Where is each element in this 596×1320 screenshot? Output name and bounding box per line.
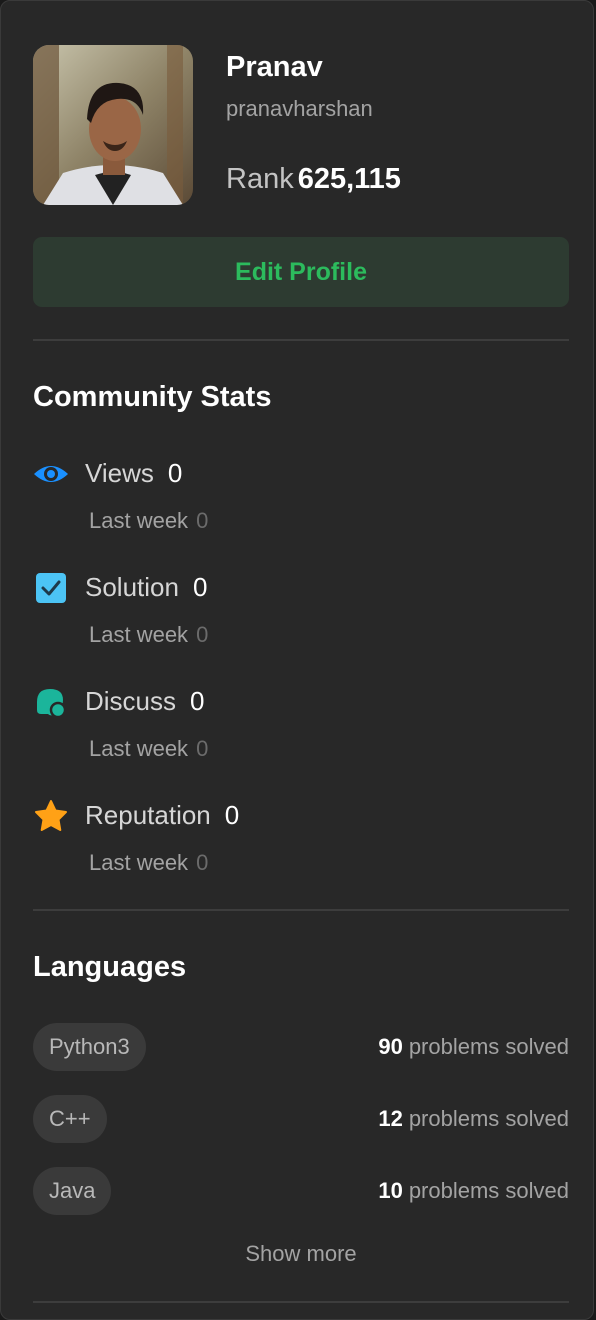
- stat-label: Solution 0: [85, 572, 207, 603]
- stat-label: Discuss 0: [85, 686, 204, 717]
- solved-suffix: problems solved: [408, 1106, 569, 1131]
- profile-rank: Rank 625,115: [226, 163, 401, 196]
- solved-suffix: problems solved: [408, 1178, 569, 1203]
- checkbox-icon: [36, 573, 66, 603]
- last-week-label: Last week: [89, 736, 189, 761]
- stat-name: Discuss: [85, 686, 177, 716]
- rank-label: Rank: [226, 163, 294, 195]
- stat-views: Views 0 Last week 0: [33, 456, 569, 556]
- stat-reputation: Reputation 0 Last week 0: [33, 798, 569, 898]
- star-icon: [35, 800, 67, 831]
- stat-name: Solution: [85, 572, 179, 602]
- last-week-value: 0: [196, 850, 209, 875]
- stat-name: Views: [85, 458, 154, 488]
- last-week-value: 0: [196, 622, 209, 647]
- language-row: C++ 12 problems solved: [33, 1095, 569, 1143]
- language-chip[interactable]: C++: [33, 1095, 107, 1143]
- language-chip[interactable]: Python3: [33, 1023, 146, 1071]
- stat-last-week: Last week 0: [89, 850, 208, 876]
- discuss-bubble-icon: [37, 689, 67, 719]
- eye-icon: [34, 466, 68, 482]
- community-stats-title: Community Stats: [33, 381, 272, 413]
- problems-solved: 90 problems solved: [378, 1023, 569, 1071]
- show-more-link[interactable]: Show more: [33, 1241, 569, 1267]
- last-week-value: 0: [196, 508, 209, 533]
- stat-name: Reputation: [85, 800, 211, 830]
- languages-title: Languages: [33, 951, 187, 983]
- problems-solved: 12 problems solved: [378, 1095, 569, 1143]
- stat-last-week: Last week 0: [89, 736, 208, 762]
- stat-solution: Solution 0 Last week 0: [33, 570, 569, 670]
- divider: [33, 1301, 569, 1303]
- profile-card: Pranav pranavharshan Rank 625,115 Edit Pr…: [0, 0, 594, 1320]
- profile-name: Pranav: [226, 51, 323, 83]
- solved-count: 90: [378, 1034, 403, 1059]
- edit-profile-button[interactable]: Edit Profile: [33, 237, 569, 307]
- stat-label: Reputation 0: [85, 800, 239, 831]
- stat-last-week: Last week 0: [89, 508, 208, 534]
- problems-solved: 10 problems solved: [378, 1167, 569, 1215]
- stat-count: 0: [190, 686, 205, 716]
- avatar-image: [33, 45, 193, 205]
- last-week-label: Last week: [89, 508, 189, 533]
- last-week-label: Last week: [89, 850, 189, 875]
- solved-count: 12: [378, 1106, 403, 1131]
- solved-count: 10: [378, 1178, 403, 1203]
- stat-count: 0: [224, 800, 240, 830]
- profile-username: pranavharshan: [226, 96, 373, 121]
- stat-count: 0: [192, 572, 208, 602]
- language-row: Python3 90 problems solved: [33, 1023, 569, 1071]
- divider: [33, 339, 569, 341]
- divider: [33, 909, 569, 911]
- avatar[interactable]: [33, 45, 193, 205]
- last-week-label: Last week: [89, 622, 189, 647]
- stat-last-week: Last week 0: [89, 622, 208, 648]
- stat-discuss: Discuss 0 Last week 0: [33, 684, 569, 784]
- last-week-value: 0: [196, 736, 209, 761]
- solved-suffix: problems solved: [408, 1034, 569, 1059]
- language-chip[interactable]: Java: [33, 1167, 112, 1215]
- stat-count: 0: [167, 458, 183, 488]
- stat-label: Views 0: [85, 458, 182, 489]
- language-row: Java 10 problems solved: [33, 1167, 569, 1215]
- rank-value: 625,115: [297, 163, 401, 195]
